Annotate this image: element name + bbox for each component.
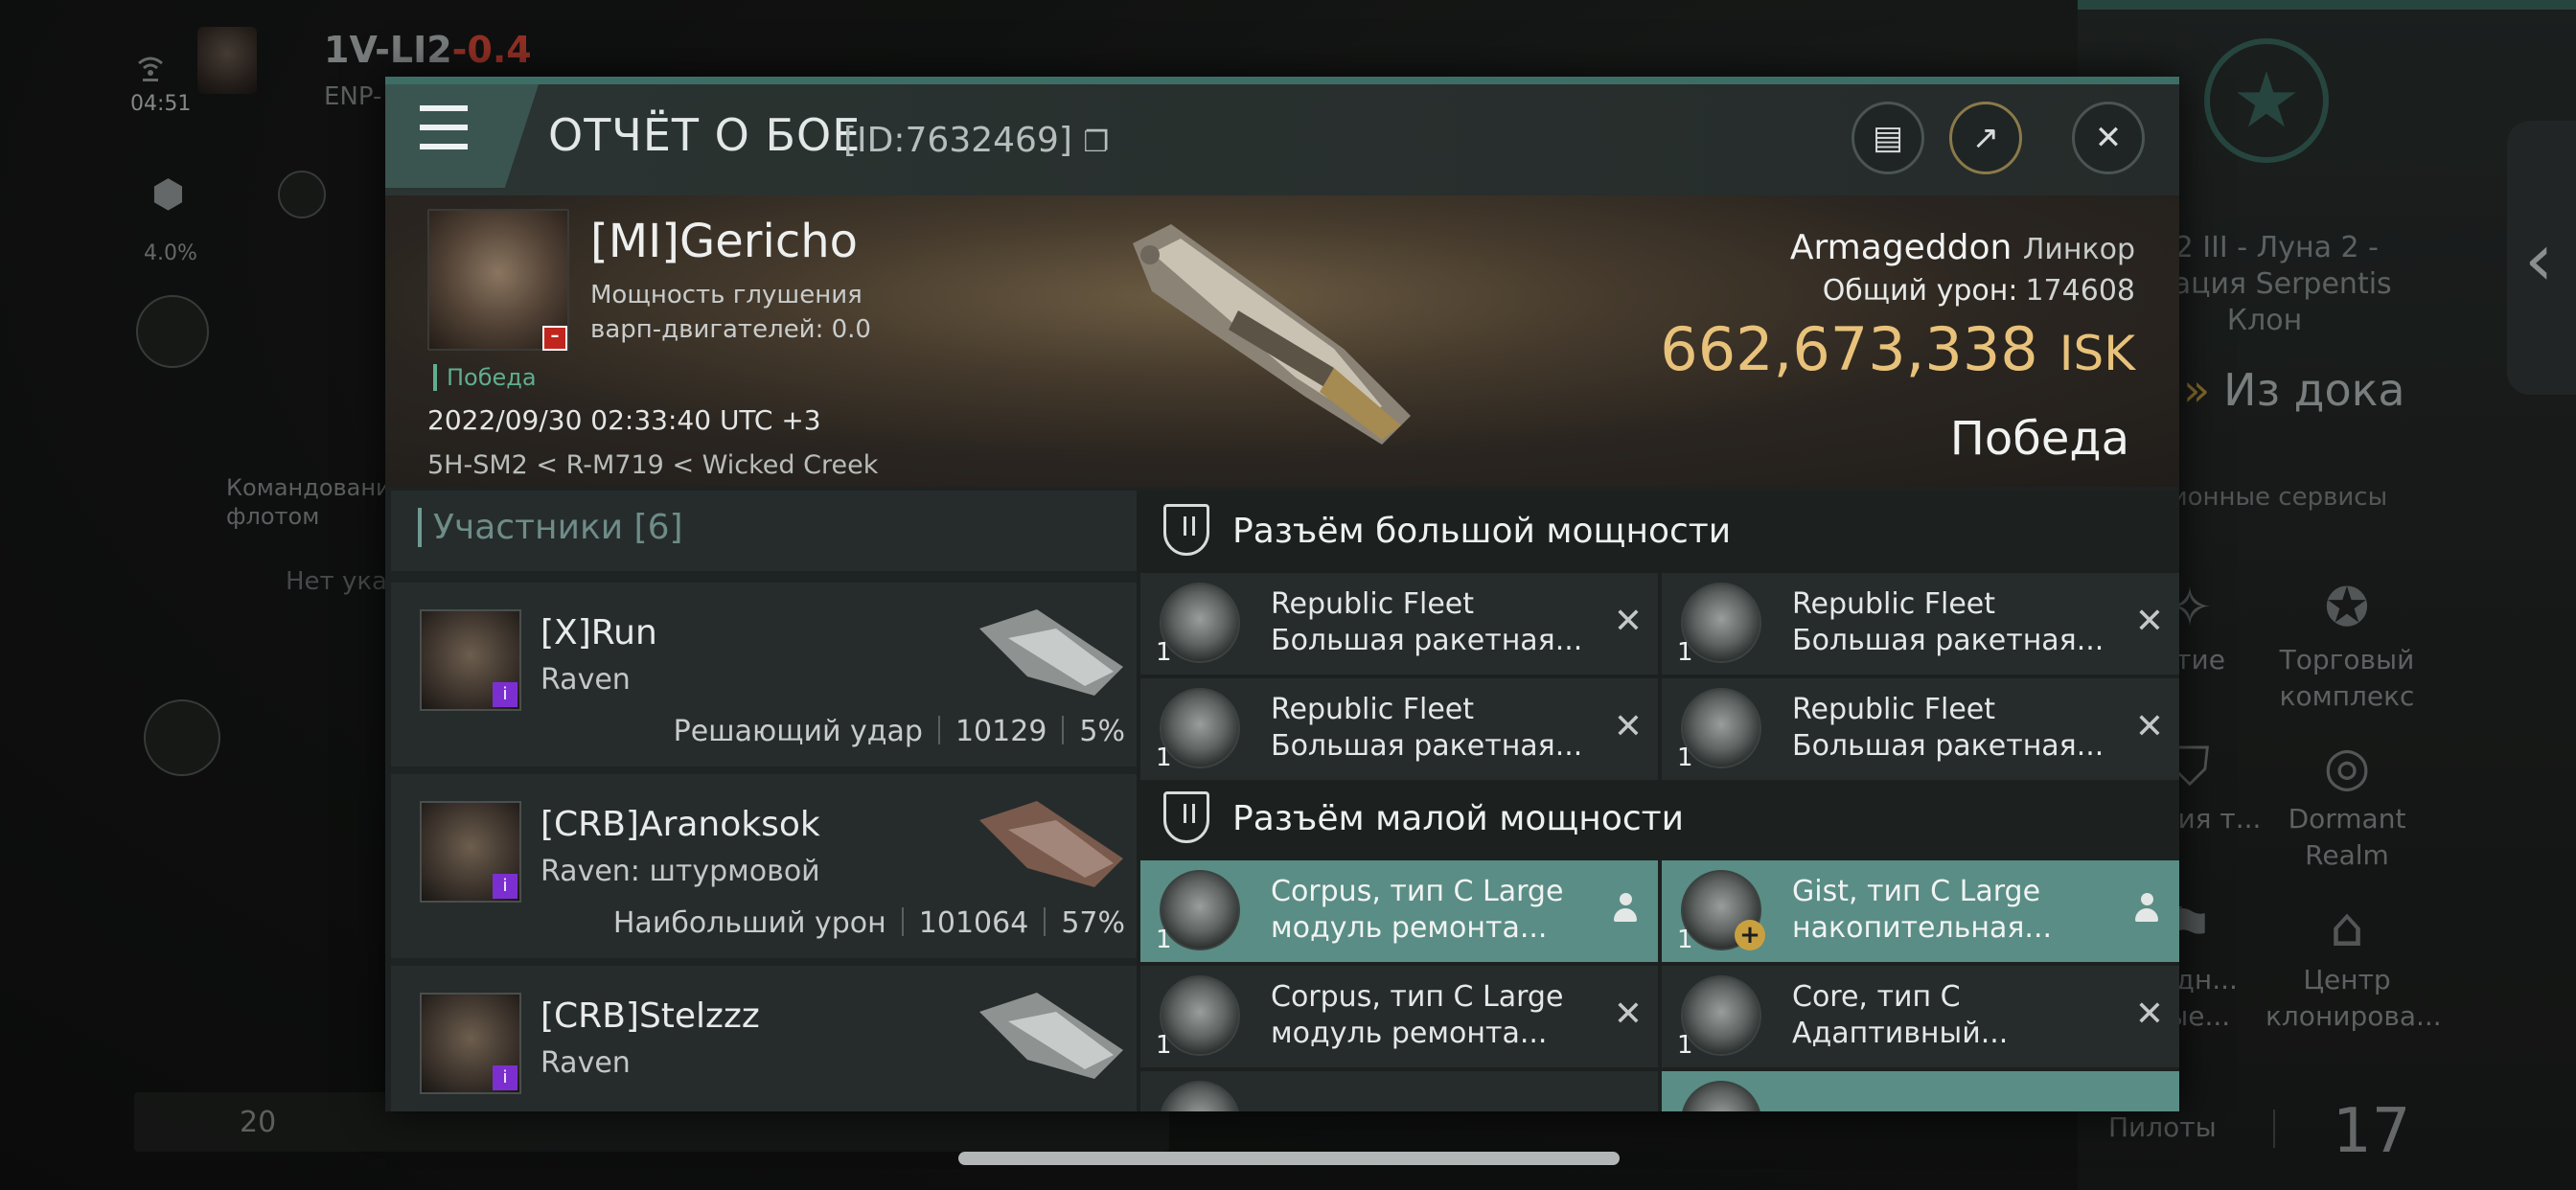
destroyed-icon: ✕	[1613, 995, 1643, 1034]
participant-name: [X]Run	[540, 613, 657, 652]
module-item[interactable]: 1 Republic Fleet Большая ракетная... ✕	[1662, 678, 2179, 780]
armor-repairer-icon	[1160, 870, 1240, 950]
module-item[interactable]: 1 Core, тип C Адаптивный... ✕	[1662, 966, 2179, 1067]
missile-launcher-icon	[1160, 688, 1240, 768]
destroyed-icon: ✕	[1613, 707, 1643, 746]
module-name: Gist, тип C Large накопительная...	[1792, 875, 2053, 945]
high-slot-header: Разъём большой мощности	[1137, 491, 2179, 571]
armor-repairer-icon	[1160, 975, 1240, 1056]
dialog-title: ОТЧЁТ О БОЕ	[548, 109, 862, 161]
module-item[interactable]: 1 Republic Fleet Большая ракетная... ✕	[1140, 678, 1658, 780]
report-datetime: 2022/09/30 02:33:40 UTC +3	[427, 404, 821, 436]
report-id[interactable]: [ID:7632469] ❐	[843, 121, 1109, 160]
module-name: Republic Fleet Большая ракетная...	[1792, 587, 2104, 657]
clipboard-button[interactable]: ▤	[1852, 102, 1924, 174]
battle-result: Победа	[1949, 412, 2129, 466]
combat-report-dialog: ОТЧЁТ О БОЕ [ID:7632469] ❐ ▤ ↗ ✕ – [MI]G…	[385, 77, 2179, 1111]
dropped-person-icon	[2133, 893, 2160, 924]
module-name: Republic Fleet Большая ракетная...	[1792, 693, 2104, 763]
participant-stats: Решающий удар 10129 5%	[673, 715, 1125, 748]
participant-row[interactable]: i [CRB]Stelzzz Raven	[391, 966, 1137, 1111]
home-indicator[interactable]	[958, 1152, 1620, 1165]
isk-value: 662,673,338 ISK	[1660, 314, 2135, 384]
menu-button[interactable]	[385, 84, 539, 188]
pilot-name[interactable]: [MI]Gericho	[590, 215, 858, 268]
adaptive-hardener-icon	[1681, 975, 1761, 1056]
module-name: Corpus, тип C Large модуль ремонта...	[1271, 875, 1564, 945]
participant-ship: Raven	[540, 1046, 631, 1080]
participant-ship-image	[979, 801, 1123, 887]
dialog-header: ОТЧЁТ О БОЕ [ID:7632469] ❐ ▤ ↗ ✕	[385, 84, 2179, 195]
participant-name: [CRB]Aranoksok	[540, 805, 820, 844]
report-location[interactable]: 5H-SM2 < R-M719 < Wicked Creek	[427, 450, 878, 480]
ship-class: Линкор	[2022, 233, 2135, 266]
corp-badge-icon: i	[493, 1065, 518, 1090]
module-name: Republic Fleet Большая ракетная...	[1271, 587, 1583, 657]
hamburger-icon	[420, 105, 468, 111]
share-button[interactable]: ↗	[1949, 102, 2022, 174]
missile-launcher-icon	[1681, 688, 1761, 768]
module-item[interactable]: 1 Republic Fleet Большая ракетная... ✕	[1662, 573, 2179, 675]
participant-row[interactable]: i [CRB]Aranoksok Raven: штурмовой Наибол…	[391, 774, 1137, 958]
destroyed-icon: ✕	[2134, 707, 2164, 746]
module-item-partial[interactable]	[1662, 1071, 2179, 1111]
participant-ship-image	[979, 993, 1123, 1079]
module-item[interactable]: 1 Corpus, тип C Large модуль ремонта...	[1140, 860, 1658, 962]
high-slot-icon	[1163, 504, 1209, 556]
participant-ship: Raven: штурмовой	[540, 855, 820, 888]
destroyed-icon: ✕	[2134, 995, 2164, 1034]
module-name: Corpus, тип C Large модуль ремонта...	[1271, 980, 1564, 1050]
module-item[interactable]: 1 Corpus, тип C Large модуль ремонта... ✕	[1140, 966, 1658, 1067]
copy-icon[interactable]: ❐	[1083, 126, 1109, 159]
module-item[interactable]: 1 Republic Fleet Большая ракетная... ✕	[1140, 573, 1658, 675]
participant-ship-image	[979, 609, 1123, 696]
participant-row[interactable]: i [X]Run Raven Решающий удар 10129 5%	[391, 583, 1137, 767]
module-name: Core, тип C Адаптивный...	[1792, 980, 2009, 1050]
victim-ship-image	[1133, 224, 1411, 445]
participant-ship: Raven	[540, 663, 631, 697]
share-icon: ↗	[1971, 119, 2000, 157]
participants-header[interactable]: Участники [6]	[391, 491, 1137, 571]
total-damage: Общий урон: 174608	[1822, 274, 2135, 308]
participants-panel: Участники [6] i [X]Run Raven Решающий уд…	[391, 491, 1137, 1111]
fitting-panel: Разъём большой мощности 1 Republic Fleet…	[1137, 491, 2179, 1111]
close-button[interactable]: ✕	[2072, 102, 2145, 174]
warp-scramble-strength: Мощность глушения варп-двигателей: 0.0	[590, 281, 871, 344]
report-summary: – [MI]Gericho Мощность глушения варп-дви…	[385, 195, 2179, 487]
module-name: Republic Fleet Большая ракетная...	[1271, 693, 1583, 763]
module-item[interactable]: + 1 Gist, тип C Large накопительная...	[1662, 860, 2179, 962]
corp-badge-icon: i	[493, 874, 518, 899]
dropped-person-icon	[1612, 893, 1639, 924]
module-icon	[1681, 1081, 1761, 1111]
participant-stats: Наибольший урон 101064 57%	[612, 906, 1125, 940]
destroyed-icon: ✕	[2134, 602, 2164, 641]
mid-slot-header: Разъём малой мощности	[1137, 778, 2179, 858]
clipboard-icon: ▤	[1872, 119, 1904, 157]
ship-title[interactable]: Armageddon Линкор	[1790, 228, 2135, 267]
victory-tag: Победа	[433, 364, 537, 391]
destroyed-icon: ✕	[1613, 602, 1643, 641]
missile-launcher-icon	[1160, 583, 1240, 663]
hostile-badge-icon: –	[542, 326, 567, 351]
corp-badge-icon: i	[493, 682, 518, 707]
missile-launcher-icon	[1681, 583, 1761, 663]
module-icon	[1160, 1081, 1240, 1111]
participant-name: [CRB]Stelzzz	[540, 996, 760, 1036]
mid-slot-icon	[1163, 791, 1209, 843]
plus-icon: +	[1735, 920, 1765, 950]
module-item-partial[interactable]	[1140, 1071, 1658, 1111]
close-icon: ✕	[2094, 119, 2123, 157]
